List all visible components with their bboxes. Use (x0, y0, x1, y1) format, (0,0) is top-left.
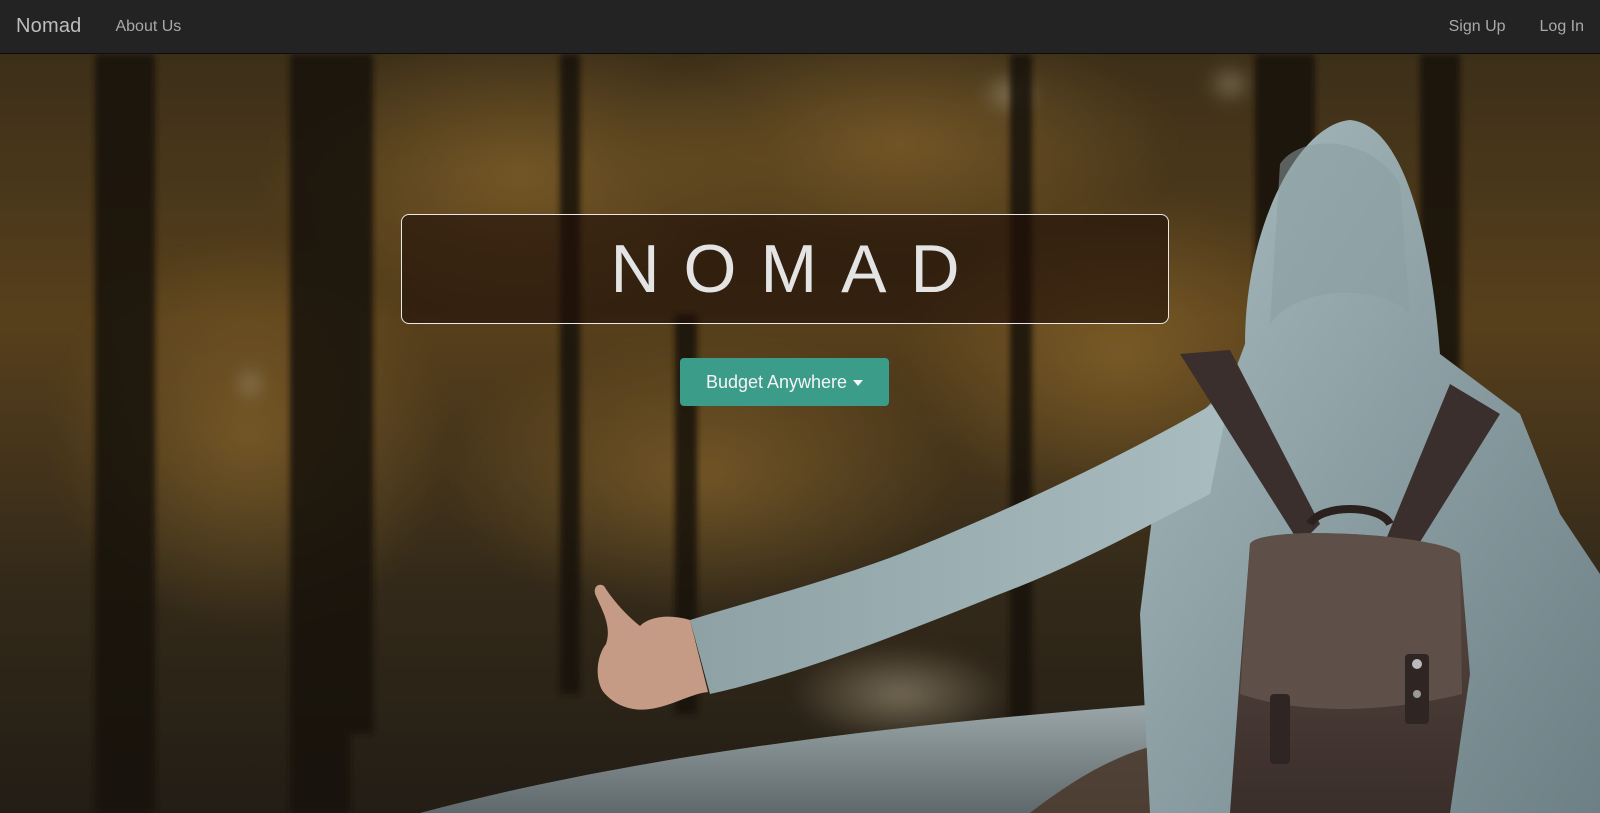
hero-section: NOMAD Budget Anywhere (0, 54, 1600, 813)
nav-about-us-link[interactable]: About Us (115, 18, 181, 36)
budget-anywhere-dropdown-button[interactable]: Budget Anywhere (680, 358, 889, 406)
caret-down-icon (853, 380, 864, 386)
nav-log-in-link[interactable]: Log In (1540, 18, 1584, 36)
budget-anywhere-label: Budget Anywhere (705, 371, 848, 392)
hero-title: NOMAD (610, 231, 984, 307)
nav-sign-up-link[interactable]: Sign Up (1449, 18, 1506, 36)
brand-logo-link[interactable]: Nomad (16, 15, 81, 38)
hero-background-image (0, 54, 1600, 813)
hero-title-box: NOMAD (401, 214, 1169, 324)
top-navbar: Nomad About Us Sign Up Log In (0, 0, 1600, 54)
nav-right-group: Sign Up Log In (1449, 18, 1584, 36)
